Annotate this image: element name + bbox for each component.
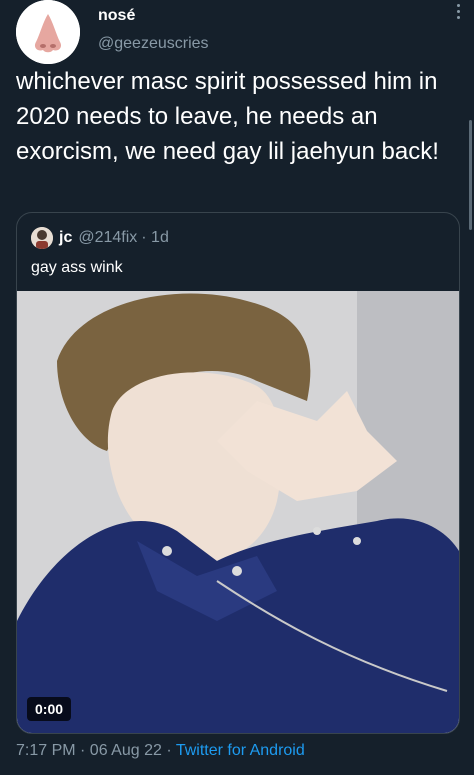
nose-avatar-icon: [16, 0, 80, 64]
tweet-text: whichever masc spirit possessed him in 2…: [16, 68, 439, 165]
display-name[interactable]: nosé: [98, 6, 209, 26]
tweet-source-link[interactable]: Twitter for Android: [176, 742, 305, 759]
quoted-display-name[interactable]: jc: [59, 229, 72, 247]
person-avatar-icon: [31, 227, 53, 249]
avatar[interactable]: [16, 0, 80, 64]
more-options-icon[interactable]: [454, 4, 462, 28]
quoted-handle[interactable]: @214fix: [78, 229, 137, 247]
video-timecode: 0:00: [27, 697, 72, 721]
tweet-footer: 7:17 PM · 06 Aug 22 · Twitter for Androi…: [16, 742, 305, 760]
quoted-timestamp: · 1d: [141, 229, 169, 246]
scrollbar[interactable]: [469, 120, 472, 230]
handle[interactable]: @geezeuscries: [98, 34, 209, 54]
quoted-tweet[interactable]: jc @214fix · 1d gay ass wink 0:00: [16, 212, 460, 734]
tweet-timestamp[interactable]: 7:17 PM · 06 Aug 22 ·: [16, 742, 176, 759]
video-player[interactable]: 0:00: [17, 291, 459, 733]
tweet-header: nosé @geezeuscries: [16, 0, 460, 68]
video-thumbnail: [17, 291, 459, 733]
quoted-avatar[interactable]: [31, 227, 53, 249]
quoted-text: gay ass wink: [31, 259, 123, 276]
